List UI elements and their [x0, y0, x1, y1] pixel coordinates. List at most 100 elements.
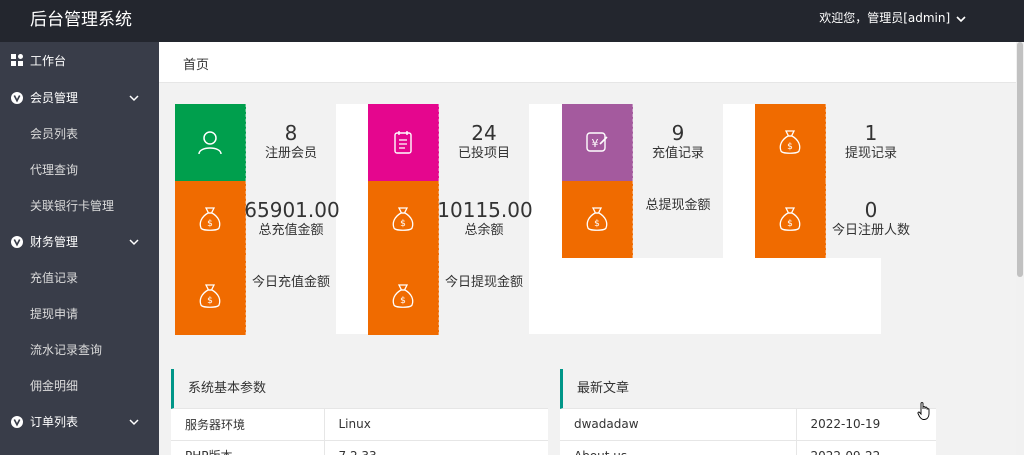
svg-text:$: $ — [207, 219, 213, 229]
stat-card-recharge-records[interactable]: ¥ 9 充值记录 — [562, 104, 723, 181]
stat-icon-box: $ — [368, 258, 439, 335]
panel-title: 系统基本参数 — [171, 369, 548, 409]
stats-column: 24 已投项目 $ 10115.00 总余额 $ 今日提现金额 — [368, 104, 533, 335]
stat-card-total-balance[interactable]: $ 10115.00 总余额 — [368, 181, 533, 258]
sidebar-item-label: 工作台 — [30, 54, 67, 68]
stat-info: 8 注册会员 — [246, 104, 336, 181]
articles-table: dwadadaw 2022-10-19 About us 2022-09-22 — [560, 409, 936, 455]
stat-info: 9 充值记录 — [633, 104, 723, 181]
stat-info: 65901.00 总充值金额 — [244, 181, 340, 258]
stat-icon-box: $ — [562, 181, 633, 258]
stat-card-total-recharge[interactable]: $ 65901.00 总充值金额 — [175, 181, 340, 258]
sidebar-item-commission[interactable]: 佣金明细 — [0, 368, 159, 404]
panel-title: 最新文章 — [560, 369, 936, 409]
stat-value: 1 — [864, 121, 878, 145]
article-title[interactable]: About us — [560, 440, 797, 455]
user-menu[interactable]: 欢迎您，管理员[admin] — [819, 0, 966, 42]
system-params-table: 服务器环境 Linux PHP版本 7.2.33 — [171, 409, 548, 455]
stat-card-invested-projects[interactable]: 24 已投项目 — [368, 104, 529, 181]
sidebar-item-label: 财务管理 — [30, 235, 79, 249]
sidebar-item-flow-records[interactable]: 流水记录查询 — [0, 332, 159, 368]
sidebar-item-member-list[interactable]: 会员列表 — [0, 116, 159, 152]
svg-text:$: $ — [400, 219, 406, 229]
param-value: Linux — [324, 409, 548, 441]
money-bag-icon: $ — [199, 284, 221, 308]
sidebar-item-agent-query[interactable]: 代理查询 — [0, 152, 159, 188]
stat-label: 今日充值金额 — [251, 275, 330, 290]
brand-title[interactable]: 后台管理系统 — [30, 0, 132, 42]
article-title[interactable]: dwadadaw — [560, 409, 797, 441]
sidebar-item-recharge-records[interactable]: 充值记录 — [0, 260, 159, 296]
stat-value: 8 — [284, 121, 298, 145]
svg-text:$: $ — [594, 219, 600, 229]
sidebar-item-label: 关联银行卡管理 — [30, 199, 115, 213]
stat-icon-box: $ — [175, 181, 246, 258]
sidebar-item-label: 会员管理 — [30, 91, 79, 105]
chevron-down-icon — [129, 419, 139, 426]
stat-card-registered-members[interactable]: 8 注册会员 — [175, 104, 336, 181]
sidebar-item-label: 会员列表 — [30, 127, 79, 141]
table-row[interactable]: About us 2022-09-22 — [560, 440, 936, 455]
chevron-down-icon — [129, 95, 139, 102]
stat-icon-box: ¥ — [562, 104, 633, 181]
breadcrumb-bar: 首页 — [159, 42, 1016, 83]
stat-value: 24 — [471, 121, 497, 145]
sidebar-item-withdraw-requests[interactable]: 提现申请 — [0, 296, 159, 332]
stats-column: 8 注册会员 $ 65901.00 总充值金额 $ 今日充值金额 — [175, 104, 340, 335]
stat-info: 今日充值金额 — [246, 258, 336, 335]
sidebar-item-label: 提现申请 — [30, 307, 79, 321]
stat-icon-box — [368, 104, 439, 181]
money-bag-icon: $ — [779, 207, 801, 231]
svg-text:$: $ — [400, 296, 406, 306]
stat-info: 今日提现金额 — [439, 258, 529, 335]
stat-label: 总提现金额 — [645, 198, 711, 213]
money-bag-icon: $ — [392, 284, 414, 308]
sidebar-item-bank-card[interactable]: 关联银行卡管理 — [0, 188, 159, 224]
clipboard-icon — [394, 131, 412, 154]
sidebar-item-order-list[interactable]: 订单列表 — [0, 404, 159, 440]
table-row: PHP版本 7.2.33 — [171, 440, 548, 455]
sidebar-item-label: 佣金明细 — [30, 379, 79, 393]
param-key: PHP版本 — [171, 440, 325, 455]
sidebar-item-member-management[interactable]: 会员管理 — [0, 80, 159, 116]
money-bag-icon: $ — [199, 207, 221, 231]
sidebar-item-label: 订单列表 — [30, 415, 79, 429]
stat-card-today-withdraw[interactable]: $ 今日提现金额 — [368, 258, 529, 335]
article-date: 2022-09-22 — [796, 440, 936, 455]
stat-info: 24 已投项目 — [439, 104, 529, 181]
v-circle-icon — [11, 92, 23, 104]
svg-text:$: $ — [787, 142, 793, 152]
yen-pencil-icon: ¥ — [586, 132, 608, 152]
stat-card-withdraw-records[interactable]: $ 1 提现记录 — [755, 104, 916, 181]
dashboard-icon — [11, 54, 23, 66]
hand-cursor-icon — [917, 402, 930, 420]
table-row: 服务器环境 Linux — [171, 409, 548, 441]
top-bar: 后台管理系统 欢迎您，管理员[admin] — [0, 0, 1024, 42]
stats-column: ¥ 9 充值记录 $ 总提现金额 — [562, 104, 723, 258]
stat-value: 10115.00 — [437, 198, 533, 222]
sidebar-item-label: 代理查询 — [30, 163, 79, 177]
param-key: 服务器环境 — [171, 409, 325, 441]
stat-card-today-recharge[interactable]: $ 今日充值金额 — [175, 258, 336, 335]
scrollbar-thumb[interactable] — [1017, 42, 1023, 277]
sidebar-item-workbench[interactable]: 工作台 — [0, 42, 159, 80]
v-circle-icon — [11, 416, 23, 428]
stat-card-total-withdraw[interactable]: $ 总提现金额 — [562, 181, 723, 258]
sidebar-item-finance-management[interactable]: 财务管理 — [0, 224, 159, 260]
table-row[interactable]: dwadadaw 2022-10-19 — [560, 409, 936, 441]
stat-info: 1 提现记录 — [826, 104, 916, 181]
stat-icon-box: $ — [755, 181, 826, 258]
stat-icon-box: $ — [755, 104, 826, 181]
article-date: 2022-10-19 — [796, 409, 936, 441]
param-value: 7.2.33 — [324, 440, 548, 455]
sidebar: 工作台 会员管理 会员列表 代理查询 关联银行卡管理 财务管理 充值记录 提现申… — [0, 42, 159, 455]
stat-icon-box: $ — [368, 181, 439, 258]
stat-label: 充值记录 — [651, 146, 704, 161]
money-bag-icon: $ — [392, 207, 414, 231]
stat-label: 注册会员 — [264, 146, 317, 161]
stat-card-today-registrations[interactable]: $ 0 今日注册人数 — [755, 181, 916, 258]
page-scrollbar[interactable] — [1016, 42, 1024, 455]
stat-value: 9 — [671, 121, 685, 145]
stat-label: 总余额 — [464, 223, 504, 238]
breadcrumb[interactable]: 首页 — [183, 42, 209, 90]
